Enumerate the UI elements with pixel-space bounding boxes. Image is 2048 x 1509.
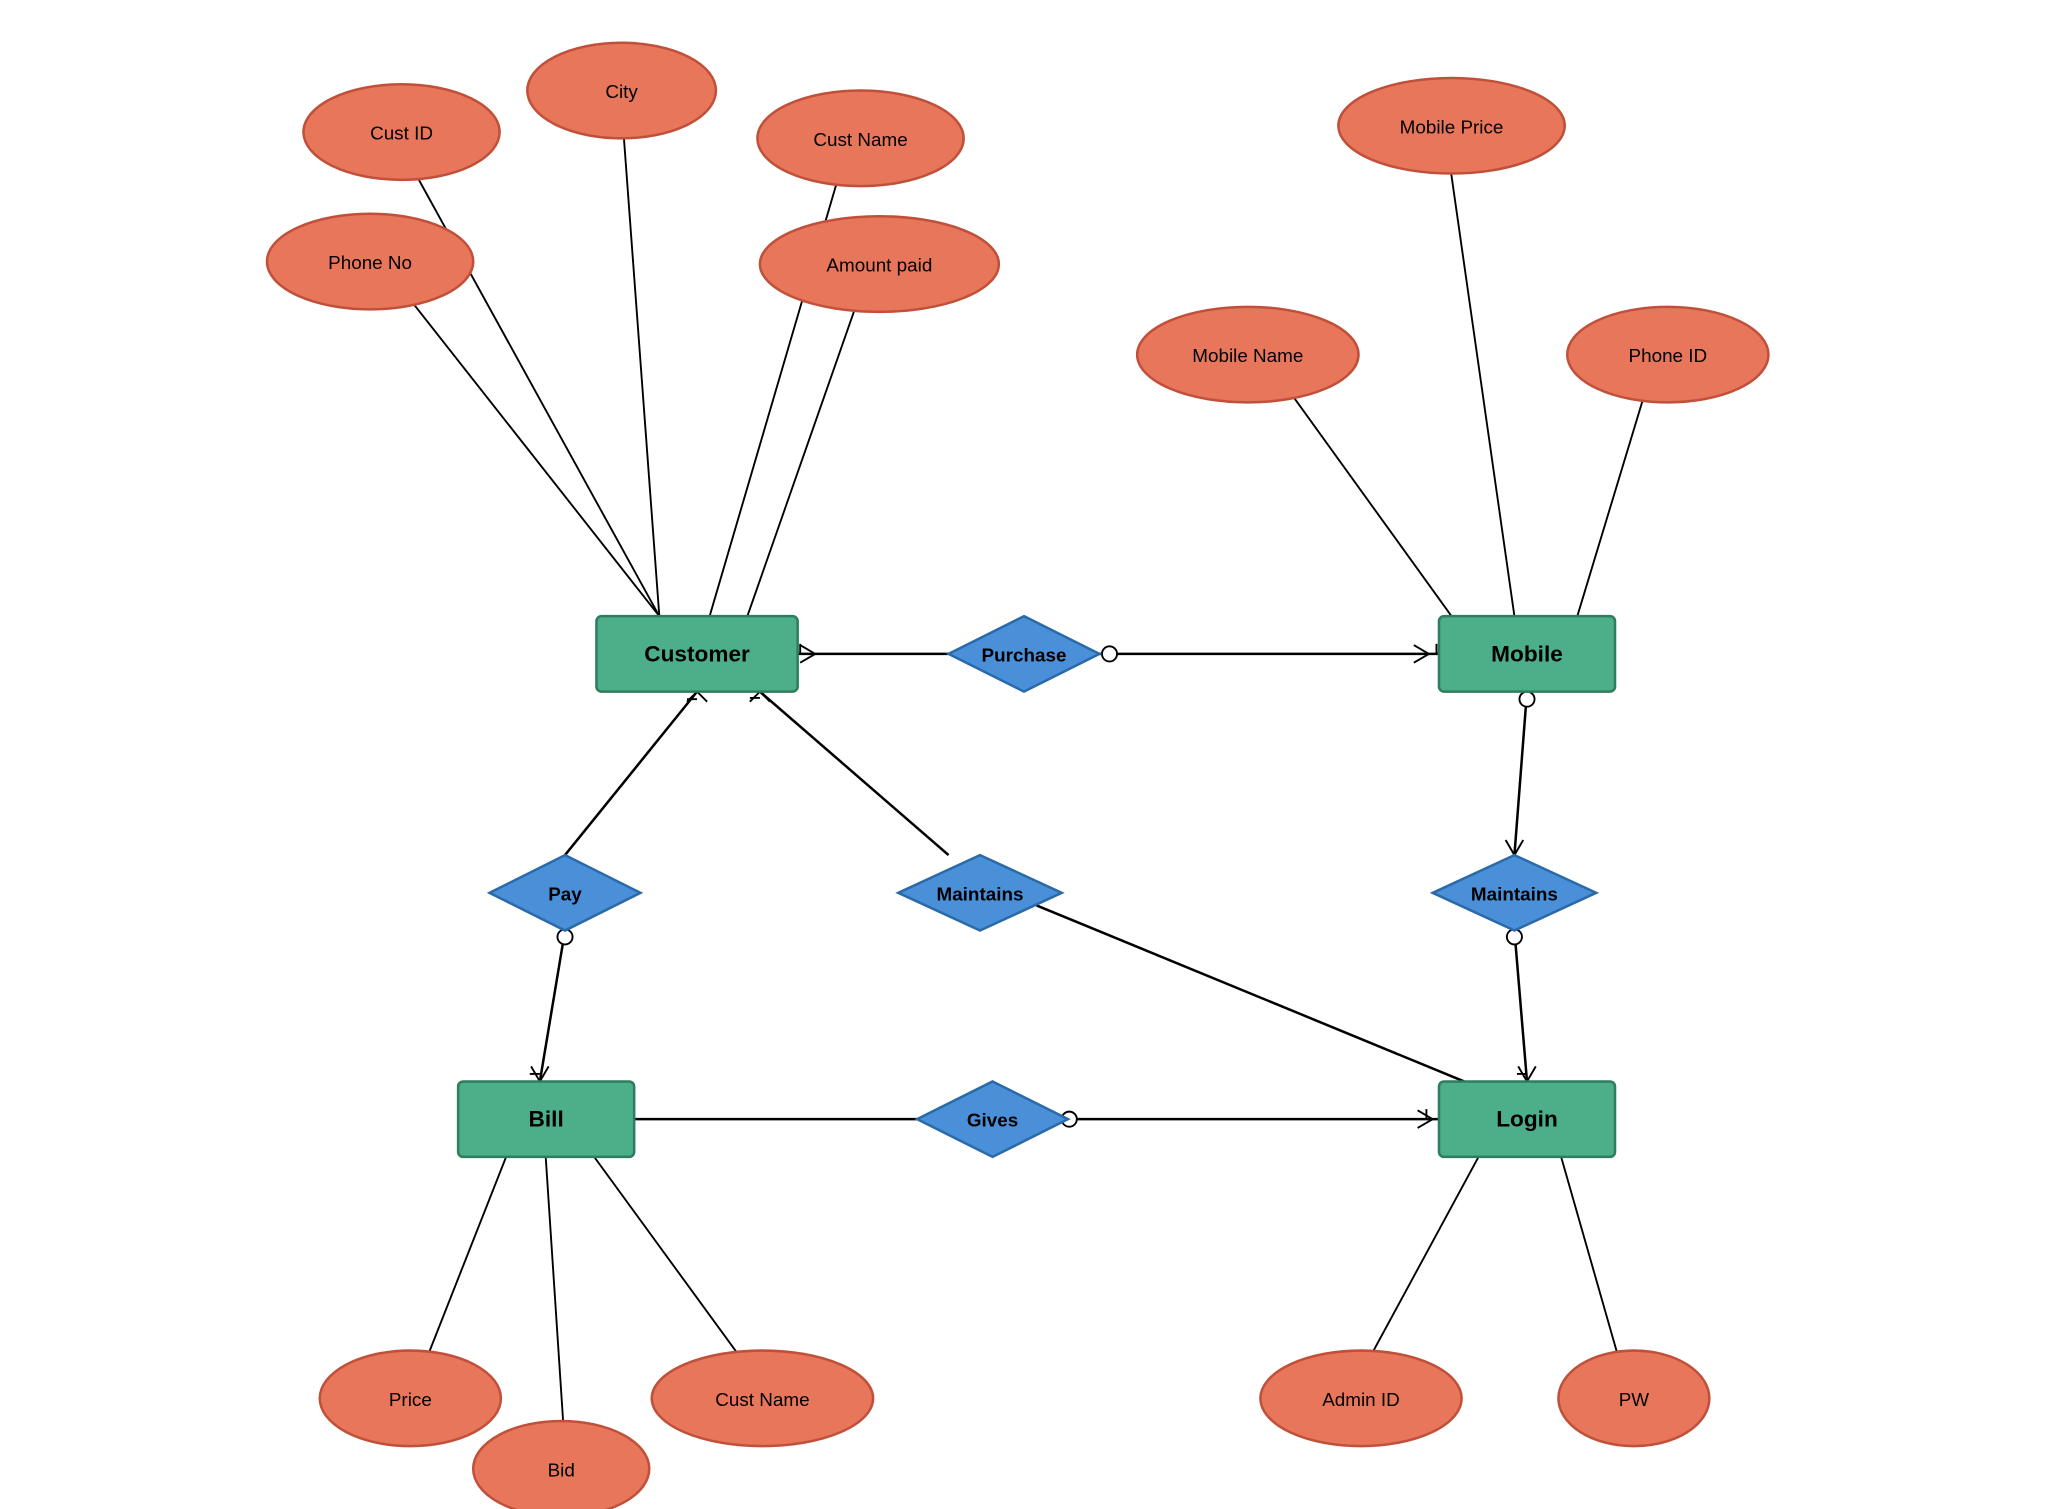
label-purchase: Purchase (982, 644, 1067, 665)
cf4 (1414, 654, 1429, 663)
line-custnamebill-bill (571, 1125, 757, 1380)
label-login: Login (1496, 1107, 1558, 1132)
line-custname-customer (710, 145, 848, 617)
cf11 (1506, 840, 1515, 855)
cf16 (760, 692, 770, 702)
label-maintains-right: Maintains (1471, 883, 1558, 904)
line-mobile-maintains-right (1514, 692, 1527, 855)
label-cust-id: Cust ID (370, 123, 433, 144)
label-pay: Pay (548, 883, 582, 904)
cf9 (1418, 1110, 1433, 1119)
cf14 (1527, 1066, 1536, 1081)
label-mobile: Mobile (1491, 641, 1563, 666)
label-bill: Bill (529, 1107, 564, 1132)
cf3 (1414, 645, 1429, 654)
line-price-bill (418, 1125, 519, 1380)
label-pw: PW (1619, 1389, 1650, 1410)
label-price: Price (389, 1389, 432, 1410)
cf2 (800, 654, 815, 663)
label-cust-name-top: Cust Name (813, 129, 907, 150)
cf1 (800, 645, 815, 654)
label-customer: Customer (644, 641, 750, 666)
diagram-svg: Cust ID City Cust Name Phone No Amount p… (0, 0, 2048, 1509)
line-amountpaid-customer (747, 264, 870, 616)
line-maintains-right-login (1514, 931, 1527, 1082)
label-mobile-name: Mobile Name (1192, 345, 1303, 366)
label-admin-id: Admin ID (1322, 1389, 1400, 1410)
label-mobile-price: Mobile Price (1400, 116, 1504, 137)
label-gives: Gives (967, 1110, 1018, 1131)
label-bid: Bid (548, 1459, 575, 1480)
circle-purchase-right (1102, 646, 1117, 661)
line-phoneno-customer (380, 262, 659, 617)
er-diagram: Cust ID City Cust Name Phone No Amount p… (0, 0, 2048, 1509)
cf15 (750, 692, 760, 702)
line-city-customer (622, 107, 660, 616)
label-phone-id: Phone ID (1629, 345, 1708, 366)
line-pay-bill (540, 931, 565, 1082)
line-customer-maintains-center (760, 692, 949, 855)
line-maintains-center-login (1037, 905, 1465, 1081)
label-amount-paid: Amount paid (826, 255, 932, 276)
line-bid-bill (544, 1125, 565, 1449)
label-cust-name-bill: Cust Name (715, 1389, 809, 1410)
line-custid-customer (402, 148, 660, 616)
cf10 (1418, 1119, 1433, 1128)
line-mobileprice-mobile (1445, 132, 1514, 616)
label-phone-no: Phone No (328, 252, 412, 273)
circle-mobile-maintains (1519, 692, 1534, 707)
line-customer-pay-top (565, 692, 697, 855)
cf6 (697, 692, 707, 702)
label-maintains-center: Maintains (936, 883, 1023, 904)
line-adminid-login (1357, 1125, 1495, 1380)
label-city: City (605, 81, 638, 102)
cf5 (687, 692, 697, 702)
line-pw-login (1552, 1125, 1625, 1380)
